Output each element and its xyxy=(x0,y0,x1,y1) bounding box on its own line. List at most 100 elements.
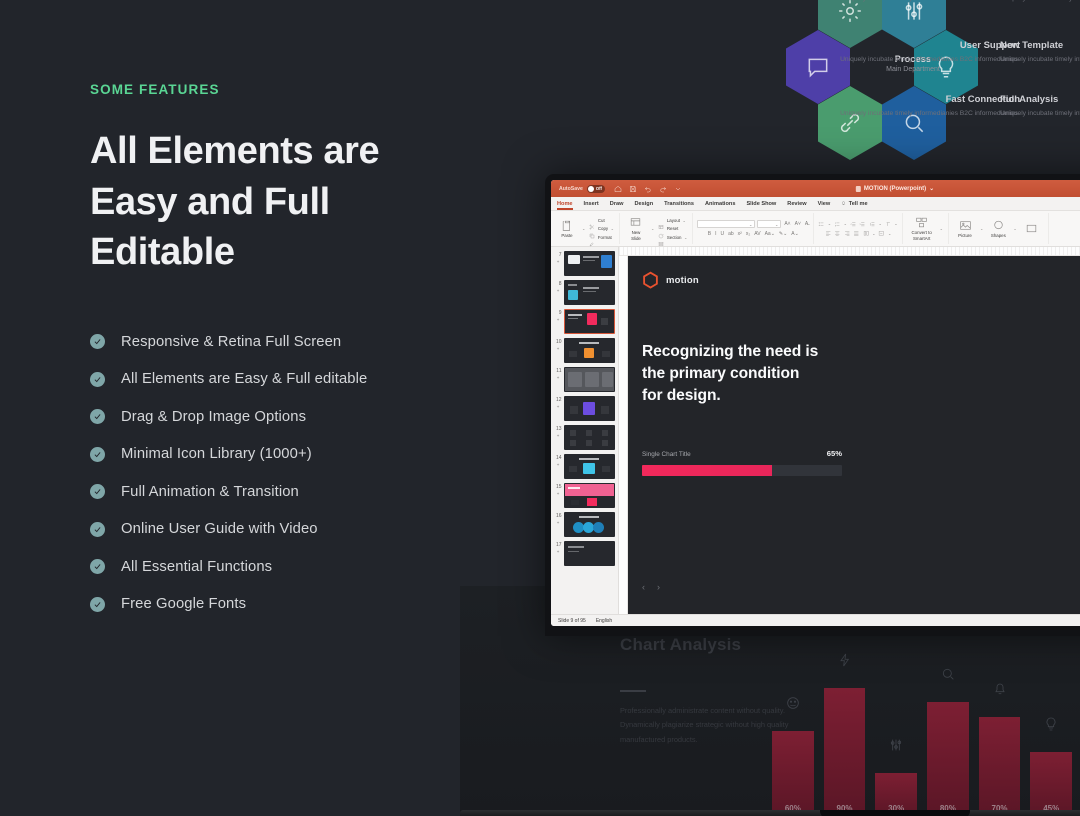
document-title-caret[interactable]: ⌄ xyxy=(929,185,934,192)
italic-button[interactable]: I xyxy=(714,231,717,237)
slide-thumbnail[interactable]: 10 ✦ xyxy=(551,336,618,365)
chevron-down-icon[interactable] xyxy=(674,185,682,193)
layout-button[interactable]: Layout ⌄ xyxy=(658,217,687,229)
paste-caret-icon[interactable]: ⌄ xyxy=(582,226,585,231)
slide-thumbnail[interactable]: 16 ✦ xyxy=(551,510,618,539)
thumbnail-preview[interactable] xyxy=(564,396,615,421)
save-icon[interactable] xyxy=(629,185,637,193)
align-center-icon[interactable] xyxy=(834,230,841,237)
thumbnail-preview[interactable] xyxy=(564,454,615,479)
section-button[interactable]: Section ⌄ xyxy=(658,234,687,246)
shapes-caret-icon[interactable]: ⌄ xyxy=(1013,226,1016,231)
ribbon-group-smartart[interactable]: Convert to SmartArt ⌄ xyxy=(903,213,950,244)
current-slide[interactable]: motion Recognizing the need is the prima… xyxy=(628,256,1080,614)
justify-icon[interactable] xyxy=(853,230,860,237)
tell-me-button[interactable]: Tell me xyxy=(841,201,868,207)
language-indicator[interactable]: English xyxy=(596,618,612,624)
slide-thumbnail[interactable]: 13 ✦ xyxy=(551,423,618,452)
convert-to-smartart-button[interactable]: Convert to SmartArt xyxy=(908,216,936,241)
ribbon-tab-draw[interactable]: Draw xyxy=(610,201,624,207)
bold-button[interactable]: B xyxy=(707,231,712,237)
redo-icon[interactable] xyxy=(659,185,667,193)
copy-caret-icon[interactable]: ⌄ xyxy=(611,226,614,231)
paragraph-row-1[interactable]: ⌄ ⌄ ⌄ ⌄ xyxy=(818,221,898,228)
slide-thumbnail[interactable]: 15 ✦ xyxy=(551,481,618,510)
textbox-button[interactable] xyxy=(1021,222,1043,236)
columns-icon[interactable] xyxy=(863,230,870,237)
undo-icon[interactable] xyxy=(644,185,652,193)
ribbon-group-font[interactable]: ⌄ ⌄ A˄ A˅ A̶ B I U ab x² x₂ AV Aa⌄ ✎⌄ A⌄ xyxy=(693,213,815,244)
slide-thumbnail[interactable]: 12 ✦ xyxy=(551,394,618,423)
increase-font-icon[interactable]: A˄ xyxy=(783,221,791,227)
cut-button[interactable]: Cut xyxy=(589,217,614,230)
text-direction-icon[interactable] xyxy=(885,221,892,228)
underline-button[interactable]: U xyxy=(719,231,725,237)
ribbon-tab-home[interactable]: Home xyxy=(557,201,573,210)
direction-caret-icon[interactable]: ⌄ xyxy=(894,221,897,226)
ribbon-toolbar[interactable]: Paste ⌄ Cut Copy ⌄ Format New Slide ⌄ La… xyxy=(551,211,1080,247)
format-painter-button[interactable]: Format xyxy=(589,234,614,247)
increase-indent-icon[interactable] xyxy=(859,221,866,228)
bullet-list-icon[interactable] xyxy=(818,221,825,228)
smartart-caret-icon[interactable]: ⌄ xyxy=(940,226,943,231)
ribbon-tab-review[interactable]: Review xyxy=(787,201,806,207)
align-left-icon[interactable] xyxy=(825,230,832,237)
ribbon-tab-design[interactable]: Design xyxy=(634,201,653,207)
slides-commands[interactable]: Layout ⌄ Reset Section ⌄ xyxy=(658,217,687,246)
change-case-button[interactable]: Aa⌄ xyxy=(764,231,776,237)
clipboard-commands[interactable]: Cut Copy ⌄ Format xyxy=(589,217,614,247)
paste-button[interactable]: Paste xyxy=(556,219,578,238)
text-highlight-button[interactable]: ✎⌄ xyxy=(778,231,788,237)
quick-access-toolbar[interactable] xyxy=(614,185,682,193)
ribbon-tab-slide-show[interactable]: Slide Show xyxy=(746,201,776,207)
ribbon-group-paragraph[interactable]: ⌄ ⌄ ⌄ ⌄ ⌄ ⌄ xyxy=(814,213,903,244)
picture-button[interactable]: Picture xyxy=(954,219,976,238)
slide-nav-arrows[interactable]: ‹ › xyxy=(642,582,660,592)
new-slide-caret-icon[interactable]: ⌄ xyxy=(651,226,654,231)
font-name-input[interactable]: ⌄ xyxy=(697,220,756,228)
line-spacing-icon[interactable] xyxy=(869,221,876,228)
thumbnail-preview[interactable] xyxy=(564,338,615,363)
paragraph-row-2[interactable]: ⌄ ⌄ xyxy=(825,230,891,237)
thumbnail-preview[interactable] xyxy=(564,541,615,566)
decrease-font-icon[interactable]: A˅ xyxy=(794,221,802,227)
columns-caret-icon[interactable]: ⌄ xyxy=(872,231,875,236)
superscript-button[interactable]: x² xyxy=(737,231,743,237)
slide-progress-chart[interactable]: Single Chart Title 65% xyxy=(642,449,842,476)
number-caret-icon[interactable]: ⌄ xyxy=(844,221,847,226)
slide-nav-next-icon[interactable]: › xyxy=(657,582,660,592)
slide-thumbnail[interactable]: 7 ✦ xyxy=(551,249,618,278)
slide-thumbnail[interactable]: 11 ✦ xyxy=(551,365,618,394)
ribbon-tab-bar[interactable]: Home Insert Draw Design Transitions Animation… xyxy=(551,197,1080,211)
reset-button[interactable]: Reset xyxy=(658,226,687,238)
thumbnail-preview[interactable] xyxy=(564,251,615,276)
ribbon-group-insert[interactable]: Picture ⌄ Shapes ⌄ xyxy=(949,213,1049,244)
thumbnail-preview[interactable] xyxy=(564,425,615,450)
thumbnail-preview[interactable] xyxy=(564,483,615,508)
picture-caret-icon[interactable]: ⌄ xyxy=(980,226,983,231)
align-right-icon[interactable] xyxy=(844,230,851,237)
align-text-caret-icon[interactable]: ⌄ xyxy=(888,231,891,236)
thumbnail-preview[interactable] xyxy=(564,280,615,305)
ribbon-group-slides[interactable]: New Slide ⌄ Layout ⌄ Reset Section ⌄ xyxy=(620,213,694,246)
new-slide-button[interactable]: New Slide xyxy=(625,216,647,241)
font-controls-row-1[interactable]: ⌄ ⌄ A˄ A˅ A̶ xyxy=(697,220,809,228)
font-controls-row-2[interactable]: B I U ab x² x₂ AV Aa⌄ ✎⌄ A⌄ xyxy=(707,231,800,237)
clear-formatting-icon[interactable]: A̶ xyxy=(804,221,809,227)
font-size-input[interactable]: ⌄ xyxy=(757,220,782,228)
layout-caret-icon[interactable]: ⌄ xyxy=(683,218,686,223)
ribbon-tab-insert[interactable]: Insert xyxy=(584,201,599,207)
ribbon-group-clipboard[interactable]: Paste ⌄ Cut Copy ⌄ Format xyxy=(551,213,620,247)
slide-thumbnail[interactable]: 14 ✦ xyxy=(551,452,618,481)
slide-nav-prev-icon[interactable]: ‹ xyxy=(642,582,645,592)
thumbnail-preview[interactable] xyxy=(564,512,615,537)
decrease-indent-icon[interactable] xyxy=(850,221,857,228)
strikethrough-button[interactable]: ab xyxy=(727,231,735,237)
home-icon[interactable] xyxy=(614,185,622,193)
slide-thumbnail[interactable]: 17 ✦ xyxy=(551,539,618,568)
numbered-list-icon[interactable] xyxy=(834,221,841,228)
character-spacing-button[interactable]: AV xyxy=(753,231,761,237)
ribbon-tab-view[interactable]: View xyxy=(818,201,831,207)
font-color-button[interactable]: A⌄ xyxy=(790,231,800,237)
section-caret-icon[interactable]: ⌄ xyxy=(684,235,687,240)
